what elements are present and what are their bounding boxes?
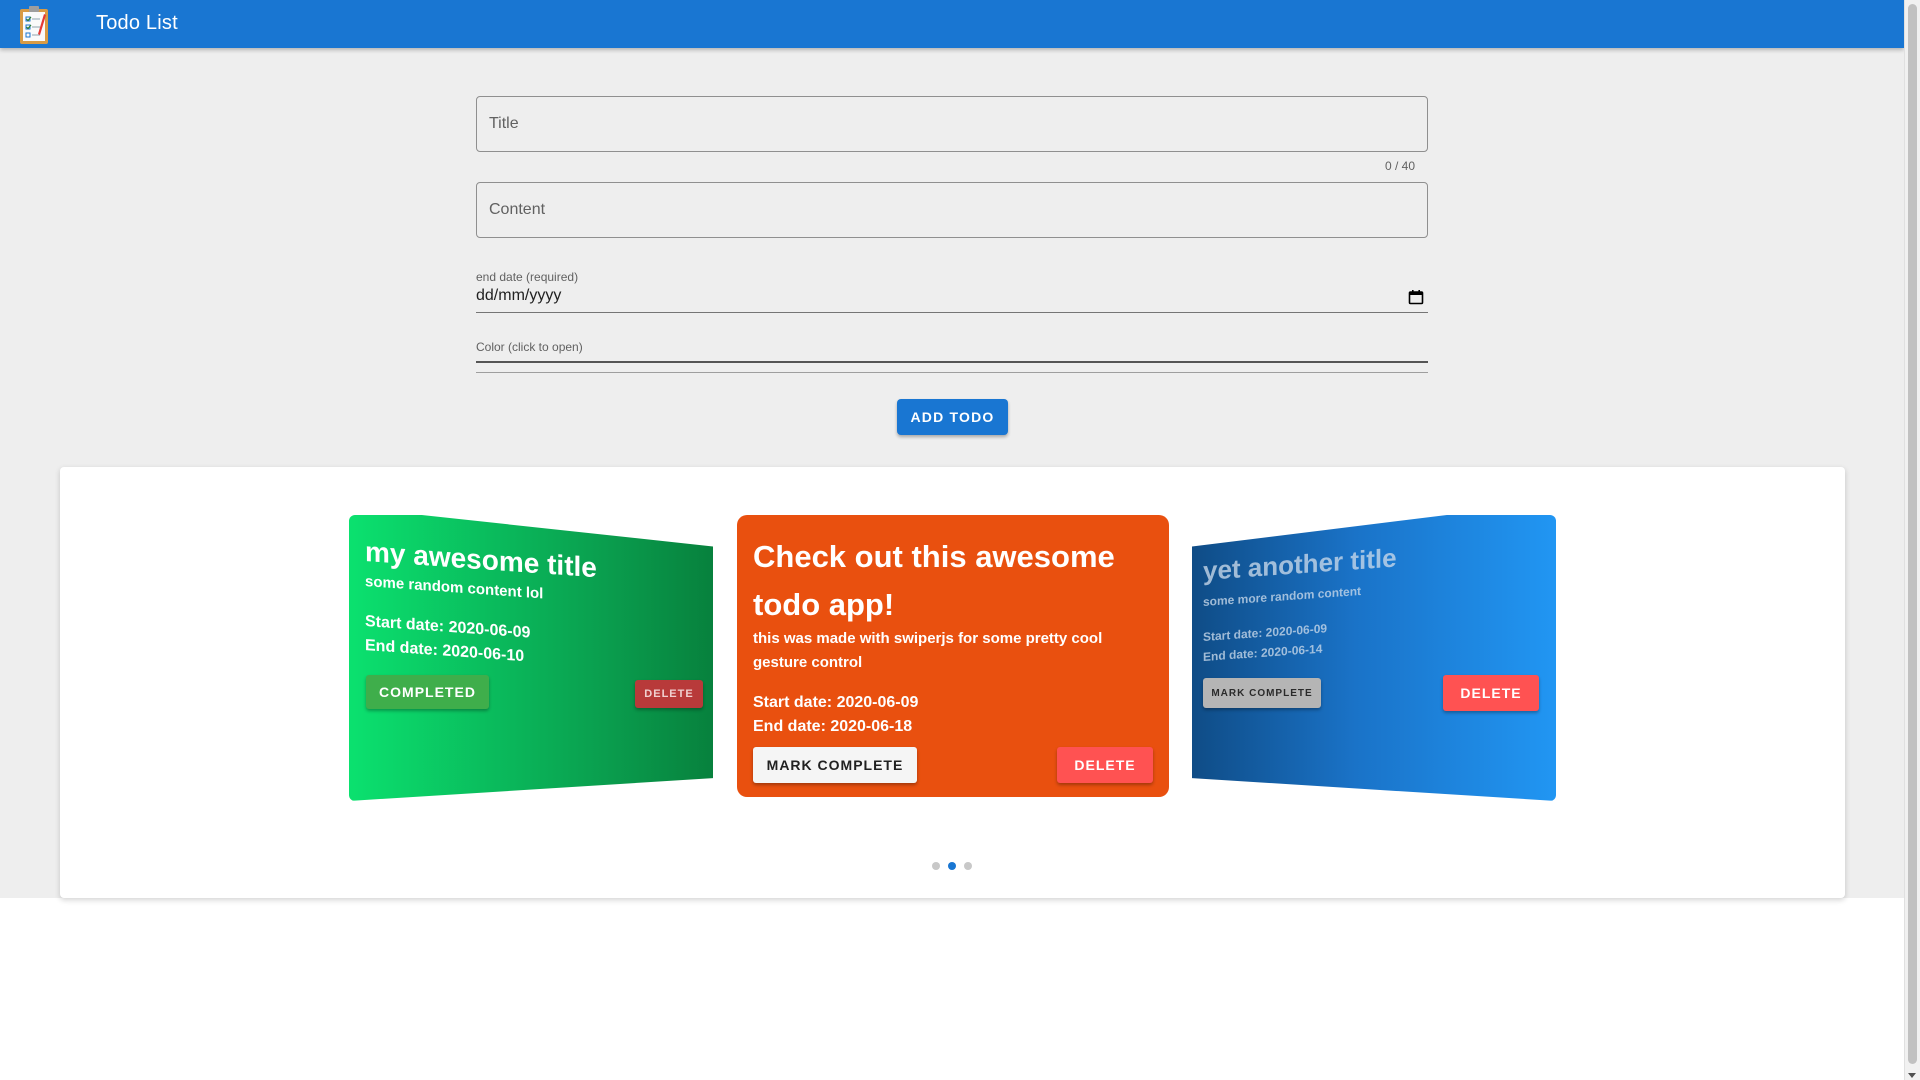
calendar-icon[interactable] <box>1408 289 1424 305</box>
completed-button[interactable]: COMPLETED <box>366 675 489 709</box>
mark-complete-button[interactable]: MARK COMPLETE <box>1203 678 1321 708</box>
end-date-label: end date (required) <box>476 270 579 284</box>
title-placeholder: Title <box>489 115 519 132</box>
delete-button[interactable]: DELETE <box>1443 675 1539 711</box>
color-label: Color (click to open) <box>476 340 583 354</box>
vertical-scrollbar[interactable] <box>1904 0 1920 1080</box>
todo-card-3[interactable]: yet another title some more random conte… <box>1192 515 1556 801</box>
delete-button[interactable]: DELETE <box>635 680 703 708</box>
color-field-underline <box>476 372 1428 373</box>
app-bar: Todo List <box>0 0 1904 48</box>
carousel-pagination <box>932 862 972 870</box>
end-date-value[interactable]: dd/mm/yyyy <box>476 287 561 305</box>
todo-card-2[interactable]: Check out this awesome todo app! this wa… <box>737 515 1169 797</box>
color-field-line <box>476 361 1428 363</box>
pagination-dot-active[interactable] <box>948 862 956 870</box>
color-picker-field[interactable]: Color (click to open) <box>476 340 1428 378</box>
card-title: Check out this awesome todo app! <box>753 539 1115 622</box>
scrollbar-thumb[interactable] <box>1908 4 1917 1064</box>
add-todo-button[interactable]: ADD TODO <box>897 399 1008 435</box>
todo-clipboard-icon <box>20 6 48 44</box>
app-title: Todo List <box>96 12 178 34</box>
card-title: yet another title <box>1203 542 1397 586</box>
delete-button[interactable]: DELETE <box>1057 747 1153 783</box>
card-start-date: Start date: 2020-06-09 <box>753 694 919 711</box>
content-input[interactable]: Content <box>476 182 1428 238</box>
scroll-down-arrow-icon[interactable] <box>1908 1073 1916 1078</box>
mark-complete-button[interactable]: MARK COMPLETE <box>753 747 917 783</box>
title-char-counter: 0 / 40 <box>1384 159 1415 173</box>
card-end-date: End date: 2020-06-18 <box>753 718 913 735</box>
pagination-dot[interactable] <box>964 862 972 870</box>
content-placeholder: Content <box>489 201 546 218</box>
pagination-dot[interactable] <box>932 862 940 870</box>
end-date-field[interactable]: end date (required) dd/mm/yyyy <box>476 270 1428 313</box>
todo-card-1[interactable]: my awesome title some random content lol… <box>349 515 713 801</box>
title-input[interactable]: Title 0 / 40 <box>476 96 1428 173</box>
card-content: this was made with swiperjs for some pre… <box>753 630 1103 671</box>
